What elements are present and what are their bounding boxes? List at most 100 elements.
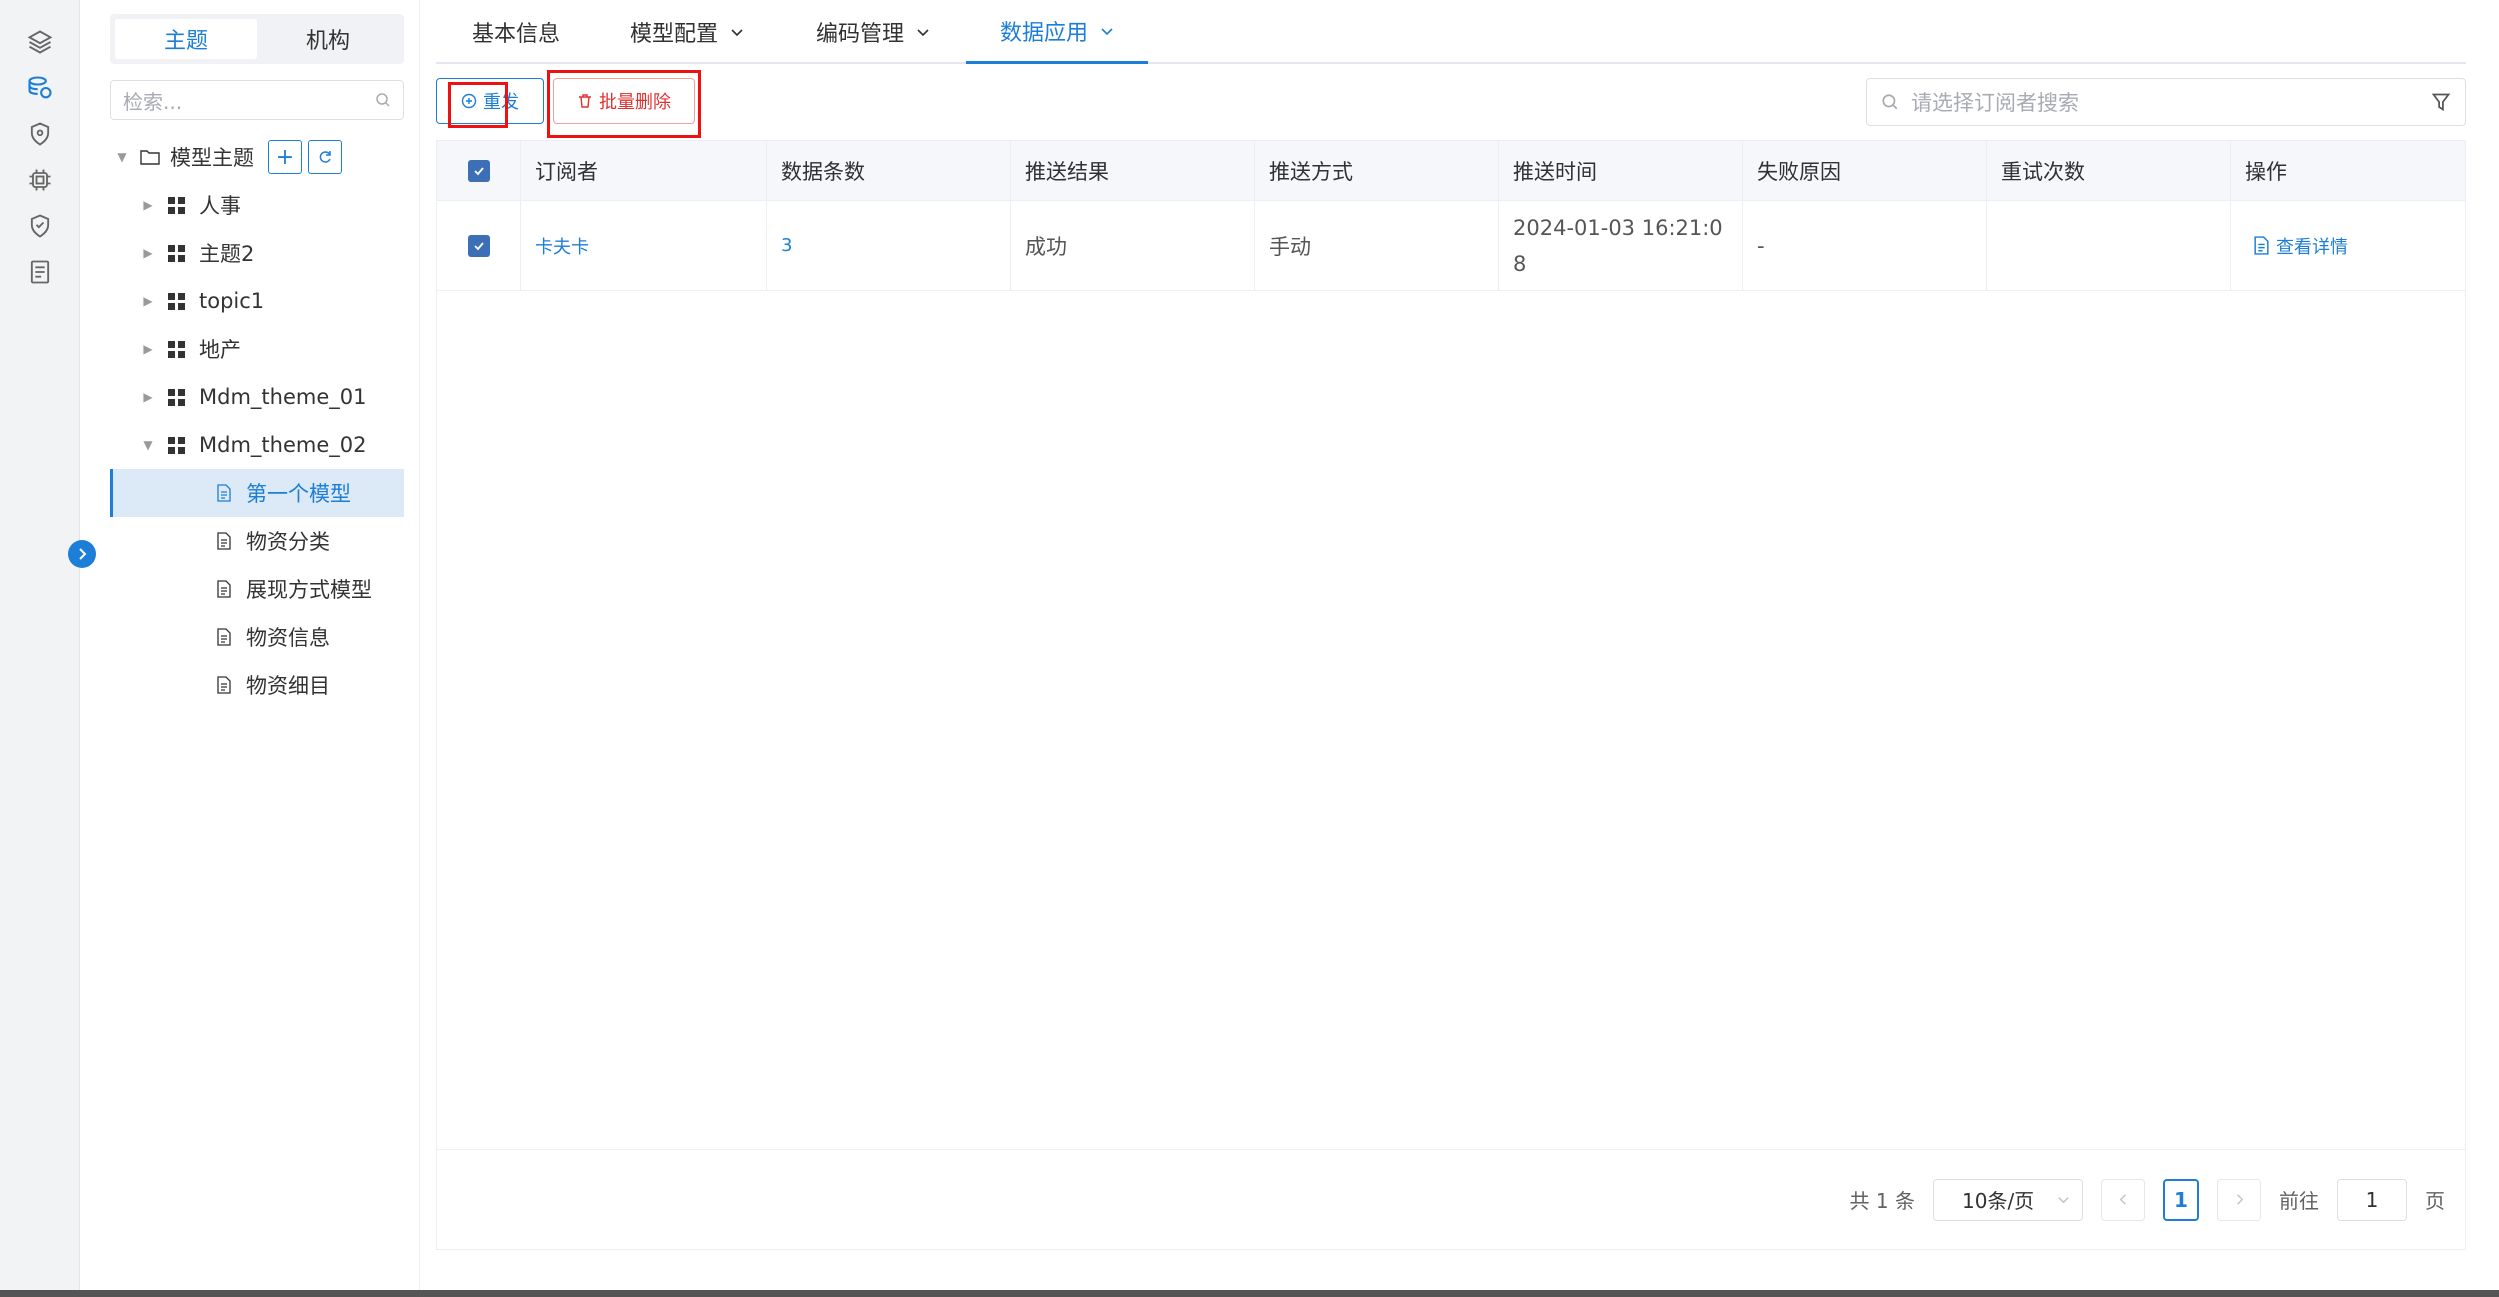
tab-bar: 基本信息 模型配置 编码管理 数据应用: [436, 0, 2466, 64]
caret-right-icon[interactable]: ▶: [140, 245, 156, 261]
page-number[interactable]: 1: [2163, 1178, 2199, 1221]
tree-leaf[interactable]: 物资细目: [110, 661, 404, 709]
document-icon: [217, 484, 231, 502]
column-header[interactable]: 推送方式: [1255, 141, 1499, 200]
database-icon[interactable]: [26, 74, 54, 102]
column-header[interactable]: 推送结果: [1011, 141, 1255, 200]
tree-node-label: Mdm_theme_01: [199, 385, 367, 409]
tree-leaf[interactable]: 物资分类: [110, 517, 404, 565]
tree-node[interactable]: ▶ topic1: [110, 277, 404, 325]
layers-icon[interactable]: [26, 28, 54, 56]
tree-leaf-label: 物资分类: [246, 530, 330, 554]
tab-label: 基本信息: [472, 22, 561, 47]
row-select-cell: [437, 201, 521, 290]
tab-model-config[interactable]: 模型配置: [630, 0, 744, 64]
retry-count: [1987, 201, 2231, 290]
tree-panel: 主题 机构 检索... ▼ 模型主题 + ▶ 人事 ▶ 主题2 ▶ topic1…: [80, 0, 420, 1297]
highlight-box-delete: [547, 70, 701, 138]
view-details-label: 查看详情: [2276, 236, 2348, 258]
document-icon: [217, 628, 231, 646]
tree-node[interactable]: ▶ Mdm_theme_01: [110, 373, 404, 421]
chevron-right-icon: [2236, 1194, 2243, 1205]
tree-node[interactable]: ▼ Mdm_theme_02: [110, 421, 404, 469]
select-all-checkbox[interactable]: [467, 159, 490, 182]
tree-leaf-selected[interactable]: 第一个模型: [110, 469, 404, 517]
column-header[interactable]: 数据条数: [767, 141, 1011, 200]
folder-icon: [140, 150, 160, 165]
column-header[interactable]: 操作: [2231, 141, 2465, 200]
chevron-right-icon: [79, 548, 87, 560]
tree-root-label: 模型主题: [170, 146, 254, 170]
next-page-button[interactable]: [2217, 1178, 2261, 1221]
caret-right-icon[interactable]: ▶: [140, 293, 156, 309]
select-all-cell: [437, 141, 521, 200]
add-theme-button[interactable]: +: [268, 140, 302, 174]
goto-page-input[interactable]: 1: [2337, 1178, 2407, 1221]
document-icon: [217, 532, 231, 550]
icon-rail: [0, 0, 80, 1297]
search-icon: [376, 93, 390, 107]
caret-right-icon[interactable]: ▶: [140, 197, 156, 213]
chevron-down-icon: [2058, 1197, 2069, 1204]
column-header[interactable]: 失败原因: [1743, 141, 1987, 200]
goto-label: 前往: [2279, 1189, 2319, 1213]
check-icon: [473, 166, 484, 175]
pagination: 共 1 条 10条/页 1 前往 1 页: [437, 1149, 2465, 1249]
caret-down-icon[interactable]: ▼: [114, 149, 130, 165]
tree-node[interactable]: ▶ 人事: [110, 181, 404, 229]
security-icon[interactable]: [26, 212, 54, 240]
tree-node-label: 地产: [199, 338, 241, 362]
tree-node[interactable]: ▶ 地产: [110, 325, 404, 373]
expand-rail-button[interactable]: [68, 540, 96, 568]
view-details-link[interactable]: 查看详情: [2231, 201, 2465, 290]
chevron-down-icon: [1101, 27, 1113, 35]
grid-icon: [168, 340, 185, 358]
column-header[interactable]: 推送时间: [1499, 141, 1743, 200]
chip-icon[interactable]: [26, 166, 54, 194]
tree-leaf-label: 展现方式模型: [246, 578, 372, 602]
subscriber-link[interactable]: 卡夫卡: [521, 201, 767, 290]
row-checkbox[interactable]: [467, 234, 490, 257]
prev-page-button[interactable]: [2101, 1178, 2145, 1221]
document-icon: [217, 580, 231, 598]
data-count-link[interactable]: 3: [767, 201, 1011, 290]
tab-code-management[interactable]: 编码管理: [816, 0, 930, 64]
page-size-value: 10条/页: [1962, 1189, 2035, 1213]
table-row: 卡夫卡 3 成功 手动 2024-01-03 16:21:0 8 - 查看详情: [437, 201, 2465, 291]
tree-root-model-theme[interactable]: ▼ 模型主题 +: [110, 133, 404, 181]
page-size-select[interactable]: 10条/页: [1933, 1178, 2083, 1221]
highlight-box-checkbox: [448, 82, 508, 128]
chevron-left-icon: [2119, 1194, 2126, 1205]
tab-data-application[interactable]: 数据应用: [966, 0, 1149, 64]
caret-right-icon[interactable]: ▶: [140, 389, 156, 405]
tab-label: 编码管理: [816, 22, 905, 47]
tree-search-input[interactable]: 检索...: [110, 80, 404, 120]
tree-node-label: topic1: [199, 289, 265, 313]
document-icon: [2254, 236, 2269, 255]
total-count: 共 1 条: [1849, 1189, 1915, 1213]
grid-icon: [168, 388, 185, 406]
search-placeholder: 请选择订阅者搜索: [1911, 91, 2079, 115]
column-header[interactable]: 重试次数: [1987, 141, 2231, 200]
tree-node-label: 人事: [199, 194, 241, 218]
segment-org[interactable]: 机构: [257, 19, 399, 59]
shield-icon[interactable]: [26, 120, 54, 148]
refresh-button[interactable]: [308, 140, 342, 174]
tree-node[interactable]: ▶ 主题2: [110, 229, 404, 277]
tree-leaf[interactable]: 展现方式模型: [110, 565, 404, 613]
subscriber-search-input[interactable]: 请选择订阅者搜索: [1866, 78, 2466, 126]
chevron-down-icon: [917, 29, 929, 37]
tree-search-placeholder: 检索...: [123, 89, 183, 114]
failure-reason: -: [1743, 201, 1987, 290]
document-list-icon[interactable]: [26, 258, 54, 286]
segment-theme[interactable]: 主题: [115, 19, 257, 59]
segment-switch: 主题 机构: [110, 14, 404, 64]
tab-basic-info[interactable]: 基本信息: [472, 0, 560, 64]
column-header[interactable]: 订阅者: [521, 141, 767, 200]
filter-icon[interactable]: [2431, 92, 2451, 112]
caret-down-icon[interactable]: ▼: [140, 437, 156, 453]
tree-leaf-label: 物资信息: [246, 626, 330, 650]
caret-right-icon[interactable]: ▶: [140, 341, 156, 357]
data-table: 订阅者 数据条数 推送结果 推送方式 推送时间 失败原因 重试次数 操作 卡夫卡…: [436, 140, 2466, 1250]
tree-leaf[interactable]: 物资信息: [110, 613, 404, 661]
